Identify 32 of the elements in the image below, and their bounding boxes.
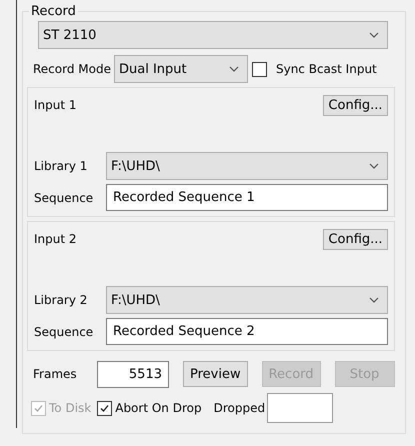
- sequence-field[interactable]: Recorded Sequence 1: [106, 184, 388, 211]
- library-label: Library 1: [34, 159, 88, 173]
- input-title: Input 2: [34, 232, 77, 246]
- action-button[interactable]: Preview: [183, 361, 248, 387]
- record-mode-dropdown[interactable]: Dual Input: [114, 55, 248, 83]
- chevron-icon: [369, 32, 379, 38]
- option-label: Abort On Drop: [115, 401, 202, 415]
- input-title: Input 1: [34, 98, 77, 112]
- sequence-label: Sequence: [34, 190, 94, 204]
- chevron-icon: [368, 163, 379, 169]
- check-icon: [33, 402, 44, 414]
- chevron-icon: [228, 66, 239, 72]
- source-dropdown[interactable]: ST 2110: [38, 21, 388, 49]
- library-dropdown[interactable]: F:\UHD\: [106, 152, 388, 180]
- sync-checkbox[interactable]: [252, 62, 267, 76]
- dropped-field[interactable]: [267, 393, 334, 423]
- sequence-field[interactable]: Recorded Sequence 2: [106, 318, 388, 345]
- chevron-icon: [368, 297, 379, 303]
- config-button[interactable]: Config...: [323, 228, 388, 250]
- frames-field[interactable]: 5513: [97, 360, 169, 388]
- check-icon: [99, 402, 110, 414]
- config-button[interactable]: Config...: [323, 94, 388, 116]
- frames-label: Frames: [33, 367, 78, 381]
- sequence-label: Sequence: [34, 324, 94, 338]
- library-label: Library 2: [34, 293, 88, 307]
- dropped-label: Dropped: [214, 401, 266, 415]
- sync-label: Sync Bcast Input: [276, 62, 377, 76]
- group-title: Record: [30, 4, 77, 19]
- record-mode-label: Record Mode: [33, 62, 111, 76]
- library-dropdown[interactable]: F:\UHD\: [106, 286, 388, 314]
- option-label: To Disk: [49, 401, 92, 415]
- option-checkbox[interactable]: [97, 400, 112, 416]
